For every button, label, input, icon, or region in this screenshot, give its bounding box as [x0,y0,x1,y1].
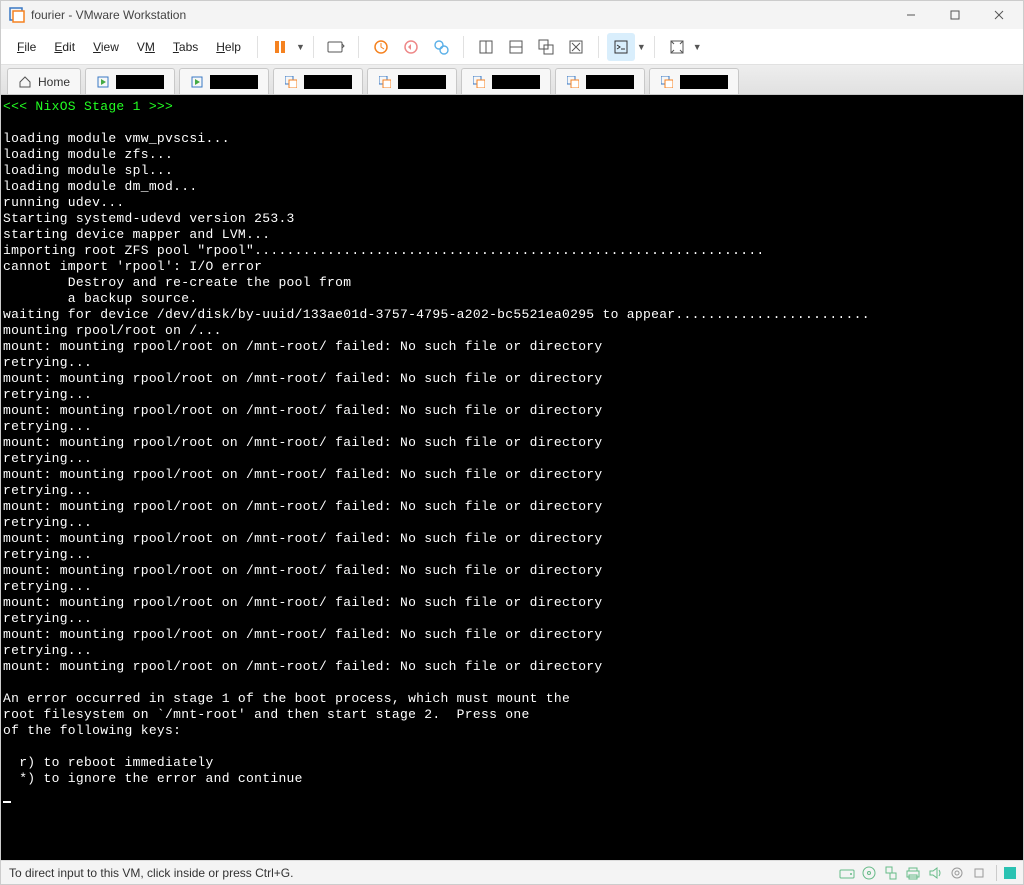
app-window: fourier - VMware Workstation File Edit V… [0,0,1024,885]
separator [654,36,655,58]
menu-file-label: ile [24,40,36,54]
vm-icon [472,75,486,89]
network-adapter-icon[interactable] [882,864,900,882]
minimize-button[interactable] [889,1,933,29]
tab-vm-2[interactable] [179,68,269,94]
vm-running-icon [190,75,204,89]
usb-icon[interactable] [970,864,988,882]
tab-vm-1[interactable] [85,68,175,94]
menu-view-label: iew [101,40,119,54]
titlebar: fourier - VMware Workstation [1,1,1023,29]
tab-label-redacted [586,75,634,89]
close-button[interactable] [977,1,1021,29]
hard-disk-icon[interactable] [838,864,856,882]
send-ctrl-alt-del-button[interactable] [322,33,350,61]
tab-vm-5[interactable] [461,68,551,94]
vm-console[interactable]: <<< NixOS Stage 1 >>> loading module vmw… [1,95,1023,860]
sound-icon[interactable] [926,864,944,882]
tab-strip: Home [1,65,1023,95]
view-exclusive-button[interactable] [562,33,590,61]
maximize-button[interactable] [933,1,977,29]
vm-icon [284,75,298,89]
view-multiple-button[interactable] [502,33,530,61]
tab-vm-6[interactable] [555,68,645,94]
vm-icon [378,75,392,89]
tab-label-redacted [304,75,352,89]
tab-label-redacted [398,75,446,89]
separator [996,865,997,881]
tab-label-redacted [116,75,164,89]
menubar: File Edit View VM Tabs Help ▼ ▼ ▼ [1,29,1023,65]
snapshot-revert-button[interactable] [397,33,425,61]
statusbar: To direct input to this VM, click inside… [1,860,1023,884]
vmware-logo-icon [9,7,25,23]
tab-home[interactable]: Home [7,68,81,94]
statusbar-message: To direct input to this VM, click inside… [5,866,838,880]
chevron-down-icon[interactable]: ▼ [637,42,646,52]
menu-file[interactable]: File [9,36,44,58]
tab-vm-4[interactable] [367,68,457,94]
menu-edit-label: dit [62,40,75,54]
message-log-icon[interactable] [1001,864,1019,882]
menu-edit[interactable]: Edit [46,36,83,58]
suspend-button[interactable]: ▼ [266,33,305,61]
window-title: fourier - VMware Workstation [31,8,186,22]
vm-running-icon [96,75,110,89]
snapshot-take-button[interactable] [367,33,395,61]
chevron-down-icon: ▼ [693,42,702,52]
printer-icon[interactable] [904,864,922,882]
menu-tabs-label: abs [179,40,198,54]
display-icon[interactable] [948,864,966,882]
separator [598,36,599,58]
separator [358,36,359,58]
tab-vm-3[interactable] [273,68,363,94]
home-icon [18,75,32,89]
tab-label-redacted [210,75,258,89]
chevron-down-icon: ▼ [296,42,305,52]
tab-label-redacted [680,75,728,89]
separator [463,36,464,58]
menu-help[interactable]: Help [208,36,249,58]
console-view-button[interactable] [607,33,635,61]
tab-home-label: Home [38,75,70,89]
menu-view[interactable]: View [85,36,127,58]
snapshot-manager-button[interactable] [427,33,455,61]
cd-dvd-icon[interactable] [860,864,878,882]
separator [257,36,258,58]
tab-label-redacted [492,75,540,89]
separator [313,36,314,58]
view-single-button[interactable] [472,33,500,61]
tab-vm-7[interactable] [649,68,739,94]
menu-tabs[interactable]: Tabs [165,36,206,58]
menu-vm[interactable]: VM [129,36,163,58]
menu-help-label: elp [225,40,241,54]
fullscreen-button[interactable]: ▼ [663,33,702,61]
device-tray [838,864,1019,882]
vm-icon [660,75,674,89]
view-unity-button[interactable] [532,33,560,61]
vm-icon [566,75,580,89]
